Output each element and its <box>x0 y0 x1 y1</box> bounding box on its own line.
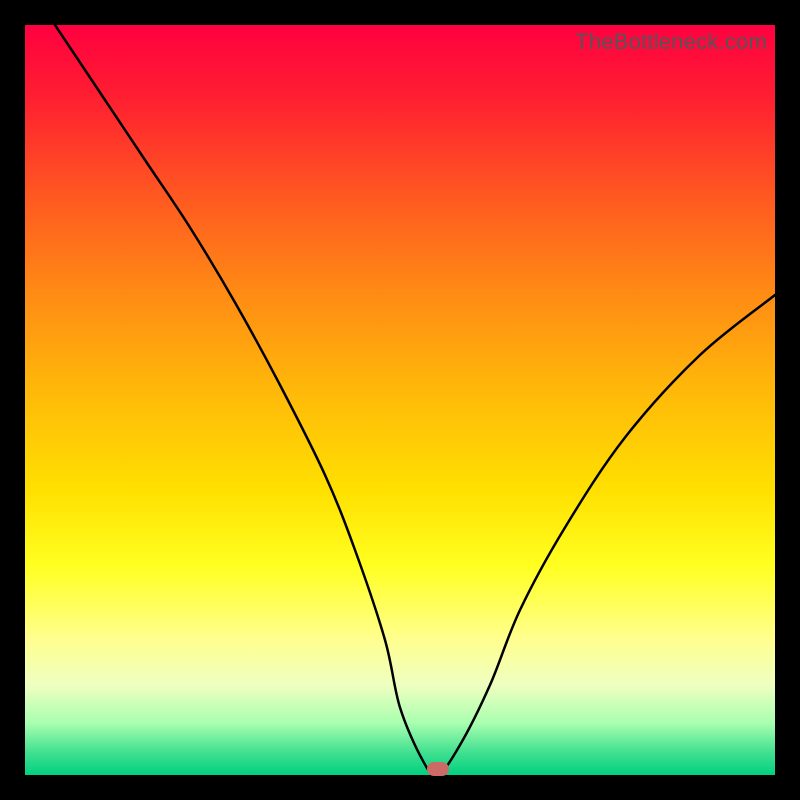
optimum-marker <box>427 762 449 776</box>
chart-frame: TheBottleneck.com <box>0 0 800 800</box>
bottleneck-curve <box>25 25 775 775</box>
plot-area: TheBottleneck.com <box>25 25 775 775</box>
